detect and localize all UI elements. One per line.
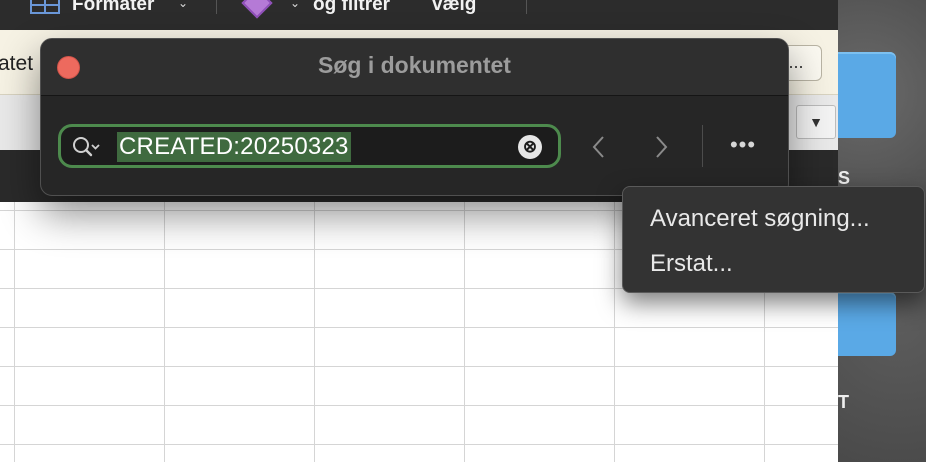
ribbon-divider [526,0,527,14]
find-dialog: Søg i dokumentet CREATED:20250323 ⊗ ••• [40,38,789,196]
toolbar-divider [702,125,703,167]
ribbon-toolbar: Formater ⌄ ⌄ og filtrer vælg [0,0,838,30]
ribbon-divider [216,0,217,14]
clear-search-button[interactable]: ⊗ [518,135,542,159]
table-format-icon[interactable] [30,0,60,14]
folder-icon[interactable] [838,52,896,138]
search-input[interactable]: CREATED:20250323 ⊗ [58,124,561,168]
formula-text: atet [0,52,34,75]
dialog-titlebar: Søg i dokumentet [41,39,788,96]
chevron-down-icon[interactable]: ⌄ [178,0,188,10]
sort-filter-button[interactable]: og filtrer [313,0,390,16]
select-button[interactable]: vælg [432,0,476,16]
dialog-title: Søg i dokumentet [318,52,511,78]
dropdown-button[interactable]: ▼ [796,105,836,139]
folder-icon[interactable] [838,292,896,356]
more-options-menu: Avanceret søgning... Erstat... [622,186,925,293]
desktop-label: T [838,392,849,412]
sort-filter-icon[interactable] [241,0,273,19]
more-options-button[interactable]: ••• [728,131,758,161]
next-result-button[interactable] [649,133,673,161]
chevron-down-icon[interactable]: ⌄ [290,0,300,10]
search-options-icon[interactable] [71,135,101,159]
format-button[interactable]: Formater [72,0,154,16]
menu-item-replace[interactable]: Erstat... [650,250,733,278]
search-input-value[interactable]: CREATED:20250323 [117,132,351,162]
previous-result-button[interactable] [587,133,611,161]
menu-item-advanced-search[interactable]: Avanceret søgning... [650,205,870,233]
